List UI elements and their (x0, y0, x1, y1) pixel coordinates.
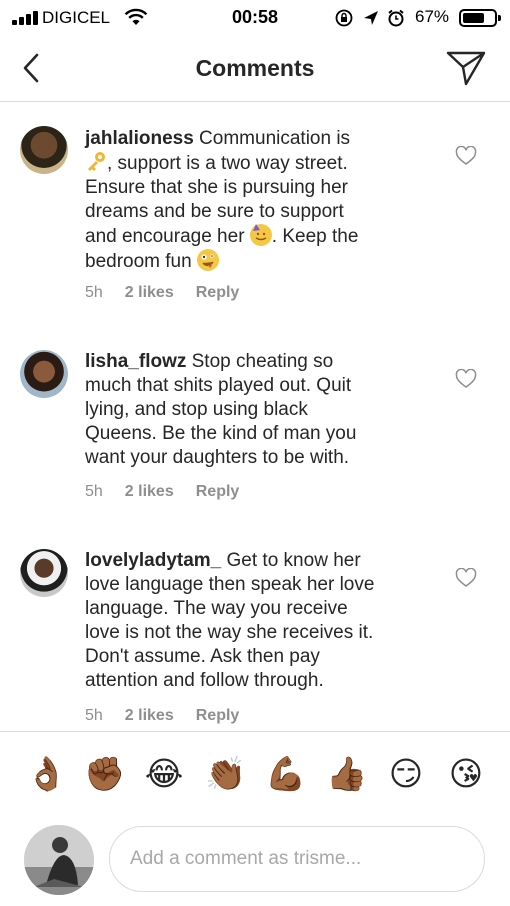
comment-username[interactable]: lovelyladytam_ (85, 550, 221, 571)
comments-list[interactable]: jahlalioness Communication is , support … (0, 103, 510, 729)
emoji-quick-bar: 👌🏾 ✊🏾 😂 👏🏾 💪🏾 👍🏾 😏 😘 (0, 731, 510, 821)
alarm-icon (388, 9, 404, 27)
key-emoji (85, 151, 107, 173)
status-bar: DIGICEL 00:58 67% (0, 0, 510, 36)
user-avatar (24, 825, 94, 895)
location-icon (364, 11, 378, 25)
raised-fist-emoji[interactable]: ✊🏾 (84, 754, 125, 794)
comment-username[interactable]: lisha_flowz (85, 351, 186, 372)
page-title: Comments (195, 55, 315, 81)
comment-likes[interactable]: 2 likes (125, 707, 174, 724)
avatar[interactable] (20, 549, 68, 597)
comment-time: 5h (85, 707, 103, 724)
comment-time: 5h (85, 284, 103, 301)
zany-face-emoji (196, 249, 219, 271)
partying-face-emoji (249, 224, 272, 246)
reply-button[interactable]: Reply (196, 707, 240, 724)
comment-likes[interactable]: 2 likes (125, 483, 174, 500)
comment-likes[interactable]: 2 likes (125, 284, 174, 301)
thumbs-up-emoji[interactable]: 👍🏾 (326, 754, 367, 794)
avatar[interactable] (20, 126, 68, 174)
comment-input[interactable] (109, 826, 485, 892)
tears-of-joy-emoji[interactable]: 😂 (144, 754, 184, 794)
comment-text: lisha_flowz Stop cheating so much that s… (85, 351, 357, 468)
heart-icon[interactable] (455, 146, 477, 166)
reply-button[interactable]: Reply (196, 483, 240, 500)
orientation-lock-icon (335, 9, 353, 27)
battery-percentage: 67% (415, 7, 450, 26)
flexed-biceps-emoji[interactable]: 💪🏾 (265, 754, 306, 794)
comment-meta: 5h 2 likes Reply (85, 707, 261, 725)
clapping-hands-emoji[interactable]: 👏🏾 (205, 754, 246, 794)
heart-icon[interactable] (455, 369, 477, 389)
comment-meta: 5h 2 likes Reply (85, 483, 261, 501)
face-blowing-kiss-emoji[interactable]: 😘 (446, 754, 486, 794)
comment-composer (0, 822, 510, 906)
comment-meta: 5h 2 likes Reply (85, 284, 261, 302)
paper-plane-icon[interactable] (444, 48, 488, 88)
navigation-bar: Comments (0, 36, 510, 102)
battery-icon (459, 9, 501, 27)
avatar[interactable] (20, 350, 68, 398)
comment-username[interactable]: jahlalioness (85, 128, 194, 149)
reply-button[interactable]: Reply (196, 284, 240, 301)
status-indicator-icons (335, 9, 404, 27)
ok-hand-emoji[interactable]: 👌🏾 (26, 754, 67, 794)
smirking-face-emoji[interactable]: 😏 (386, 754, 426, 794)
heart-icon[interactable] (455, 568, 477, 588)
comment-time: 5h (85, 483, 103, 500)
comment-text: jahlalioness Communication is , support … (85, 128, 359, 272)
comment-text: lovelyladytam_ Get to know her love lang… (85, 550, 375, 691)
